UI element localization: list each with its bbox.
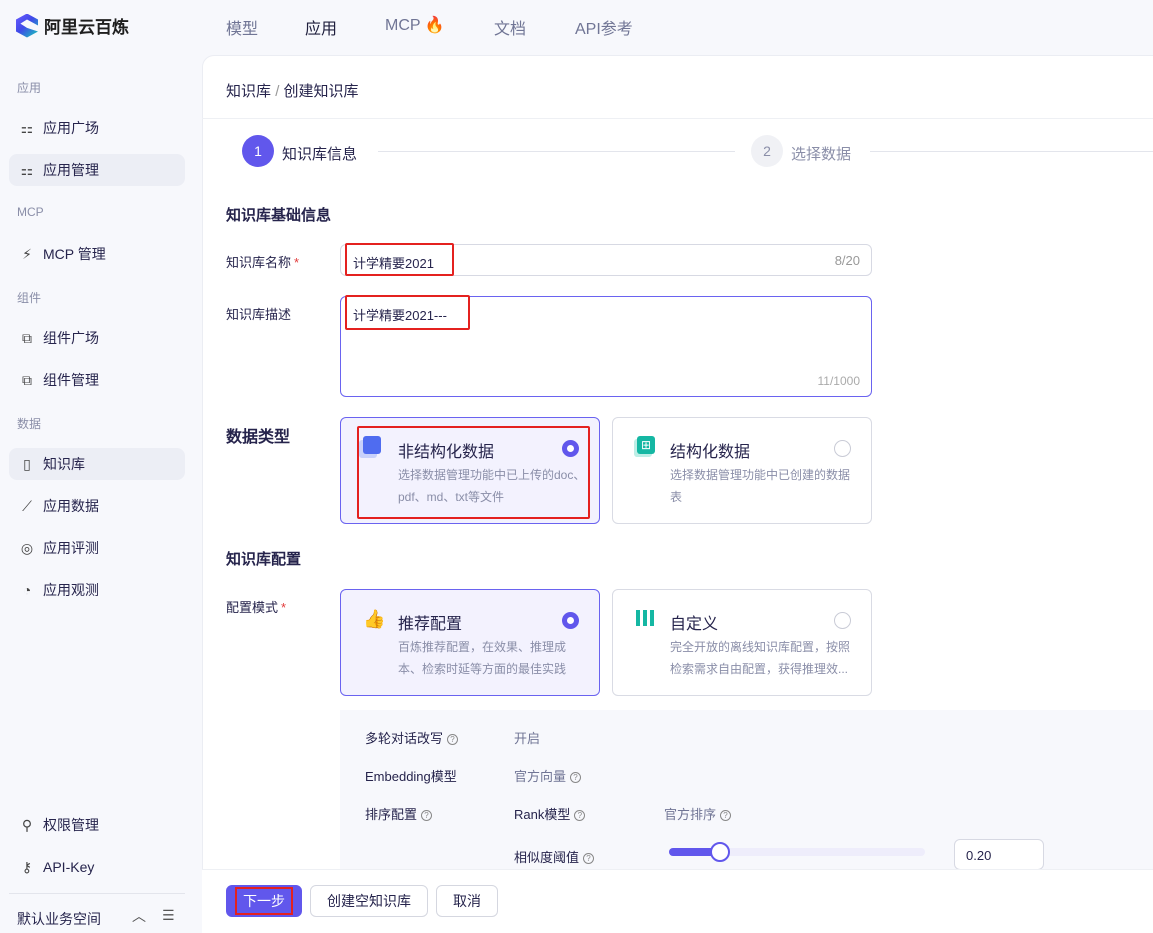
menu-icon[interactable]: ☰ bbox=[162, 907, 175, 924]
workspace-name[interactable]: 默认业务空间 bbox=[17, 909, 101, 929]
pie-icon: ◔ bbox=[22, 582, 32, 598]
custom-bars-icon bbox=[636, 610, 654, 626]
radio-unselected[interactable] bbox=[834, 440, 851, 457]
sidebar-item-knowledge-base[interactable]: ▯ 知识库 bbox=[9, 448, 185, 480]
data-type-label: 数据类型 bbox=[226, 429, 291, 446]
highlight-box bbox=[345, 243, 454, 276]
help-icon: ? bbox=[570, 772, 582, 783]
help-icon: ? bbox=[447, 734, 459, 745]
basic-info-title: 知识库基础信息 bbox=[226, 207, 332, 224]
radio-unselected[interactable] bbox=[834, 612, 851, 629]
puzzle-icon: ⧉ bbox=[22, 329, 32, 346]
cancel-button[interactable]: 取消 bbox=[436, 885, 498, 917]
sidebar-item-app-data[interactable]: ⟋ 应用数据 bbox=[9, 490, 185, 522]
sidebar-item-api-key[interactable]: ⚷ API-Key bbox=[9, 851, 185, 883]
rewrite-value: 开启 bbox=[514, 731, 541, 746]
create-empty-button[interactable]: 创建空知识库 bbox=[310, 885, 428, 917]
chevron-up-icon[interactable]: ︿ bbox=[132, 906, 146, 926]
user-icon: ⚲ bbox=[21, 816, 33, 833]
sidebar-group-mcp: MCP bbox=[17, 205, 44, 219]
nav-apps[interactable]: 应用 bbox=[305, 15, 337, 39]
highlight-box bbox=[357, 426, 590, 519]
divider bbox=[202, 118, 1153, 119]
similarity-input[interactable]: 0.20 bbox=[954, 839, 1044, 870]
nav-api[interactable]: API参考 bbox=[575, 15, 633, 39]
help-icon: ? bbox=[421, 810, 433, 821]
mode-card-recommended[interactable]: 👍 推荐配置 百炼推荐配置，在效果、推理成本、检索时延等方面的最佳实践 bbox=[340, 589, 600, 696]
step-1-label: 知识库信息 bbox=[282, 146, 358, 163]
rank-model-value: 官方排序? bbox=[664, 804, 732, 823]
rank-config-label: 排序配置? bbox=[365, 804, 433, 823]
mcp-icon: ⚡ bbox=[22, 245, 32, 262]
nav-models[interactable]: 模型 bbox=[226, 15, 258, 39]
logo-icon bbox=[16, 13, 38, 38]
config-title: 知识库配置 bbox=[226, 551, 302, 568]
step-connector bbox=[378, 151, 735, 152]
grid-icon: ⚏ bbox=[20, 119, 34, 136]
compass-icon: ◎ bbox=[20, 539, 34, 556]
apps-icon: ⚏ bbox=[20, 161, 34, 178]
mode-label: 配置模式 * bbox=[226, 600, 287, 615]
similarity-label: 相似度阈值? bbox=[514, 847, 595, 866]
sidebar-group-apps: 应用 bbox=[17, 81, 42, 95]
sidebar-item-component-plaza[interactable]: ⧉ 组件广场 bbox=[9, 322, 185, 354]
sidebar-divider bbox=[9, 893, 185, 894]
sidebar-item-app-observe[interactable]: ◔ 应用观测 bbox=[9, 574, 185, 606]
sidebar-item-app-eval[interactable]: ◎ 应用评测 bbox=[9, 532, 185, 564]
chart-icon: ⟋ bbox=[22, 497, 32, 514]
sidebar-item-app-plaza[interactable]: ⚏ 应用广场 bbox=[9, 112, 185, 144]
sidebar-group-components: 组件 bbox=[17, 291, 42, 305]
thumbs-up-icon: 👍 bbox=[363, 609, 386, 629]
sidebar-item-mcp-manage[interactable]: ⚡ MCP 管理 bbox=[9, 238, 185, 270]
name-char-count: 8/20 bbox=[834, 253, 860, 268]
nav-docs[interactable]: 文档 bbox=[494, 15, 526, 39]
help-icon: ? bbox=[574, 810, 586, 821]
embedding-value: 官方向量? bbox=[514, 766, 582, 785]
name-label: 知识库名称 * bbox=[226, 255, 300, 270]
next-button[interactable]: 下一步 bbox=[226, 885, 302, 917]
step-1-number: 1 bbox=[242, 135, 274, 167]
similarity-slider[interactable] bbox=[669, 842, 925, 862]
highlight-box bbox=[345, 295, 470, 330]
embedding-label: Embedding模型 bbox=[365, 769, 457, 784]
step-connector bbox=[870, 151, 1153, 152]
mode-card-custom[interactable]: 自定义 完全开放的离线知识库配置，按照检索需求自由配置，获得推理效... bbox=[612, 589, 872, 696]
sidebar-item-permissions[interactable]: ⚲ 权限管理 bbox=[9, 809, 185, 841]
fire-icon: 🔥 bbox=[424, 17, 445, 34]
puzzle-gear-icon: ⧉ bbox=[22, 371, 32, 388]
desc-label: 知识库描述 bbox=[226, 307, 292, 322]
breadcrumb-parent[interactable]: 知识库 bbox=[226, 83, 271, 100]
sidebar-group-data: 数据 bbox=[17, 417, 42, 431]
desc-char-count: 11/1000 bbox=[817, 374, 861, 388]
type-card-structured[interactable]: ⊞ 结构化数据 选择数据管理功能中已创建的数据表 bbox=[612, 417, 872, 524]
rewrite-label: 多轮对话改写? bbox=[365, 728, 459, 747]
radio-selected[interactable] bbox=[562, 612, 579, 629]
sidebar-item-component-manage[interactable]: ⧉ 组件管理 bbox=[9, 364, 185, 396]
book-icon: ▯ bbox=[23, 455, 31, 472]
rank-model-label: Rank模型? bbox=[514, 804, 586, 823]
breadcrumb: 知识库 / 创建知识库 bbox=[226, 83, 359, 100]
brand-logo[interactable]: 阿里云百炼 bbox=[16, 13, 129, 38]
nav-mcp[interactable]: MCP 🔥 bbox=[385, 15, 445, 35]
config-details-panel: 多轮对话改写? 开启 Embedding模型 官方向量? 排序配置? Rank模… bbox=[340, 710, 1153, 870]
key-icon: ⚷ bbox=[21, 858, 33, 875]
slider-handle[interactable] bbox=[710, 842, 731, 862]
sidebar-item-app-manage[interactable]: ⚏ 应用管理 bbox=[9, 154, 185, 186]
step-2-number: 2 bbox=[751, 135, 783, 167]
help-icon: ? bbox=[583, 853, 595, 864]
step-2-label: 选择数据 bbox=[791, 146, 852, 163]
help-icon: ? bbox=[720, 810, 732, 821]
table-icon: ⊞ bbox=[637, 436, 655, 454]
